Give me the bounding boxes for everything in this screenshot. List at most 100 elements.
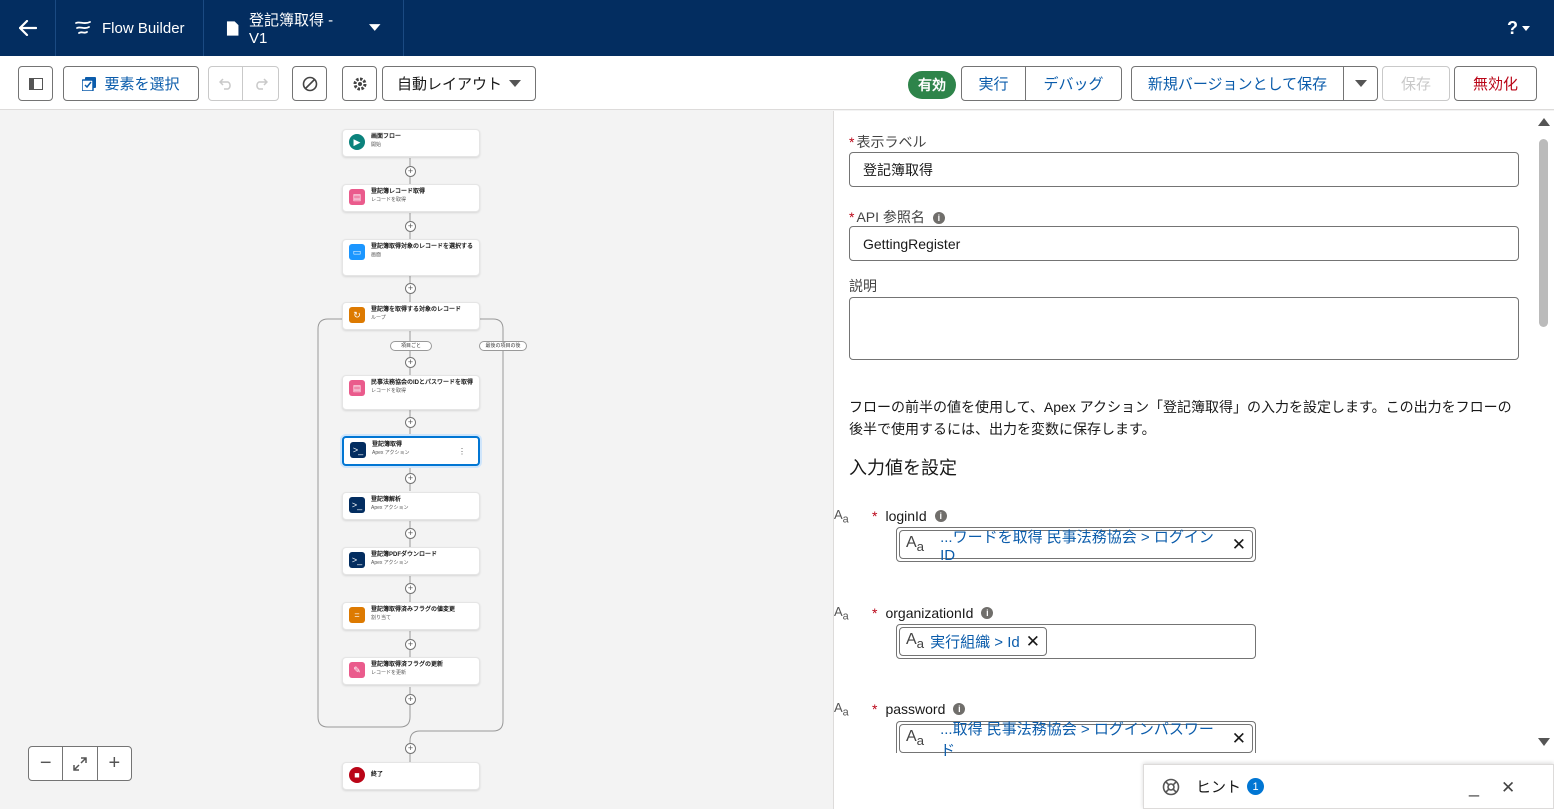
scroll-up-icon (1538, 118, 1550, 126)
node-subtitle: Apex アクション (371, 505, 409, 511)
add-element-button[interactable]: + (405, 166, 416, 177)
info-icon[interactable]: i (953, 703, 966, 715)
add-element-button[interactable]: + (405, 417, 416, 428)
flow-node-loop[interactable]: ↻ 登記簿を取得する対象のレコード ループ (342, 302, 480, 330)
flow-node-screen[interactable]: ▭ 登記簿取得対象のレコードを選択する 画面 (342, 239, 480, 276)
api-name-field-label: * API 参照名 i (849, 207, 945, 227)
toggle-toolbox-button[interactable] (18, 66, 53, 101)
node-title: 登記簿PDFダウンロード (371, 552, 438, 558)
select-elements-button[interactable]: 要素を選択 (63, 66, 199, 101)
flow-name-menu[interactable]: 登記簿取得 - V1 (204, 0, 404, 56)
redo-button[interactable] (242, 66, 279, 101)
node-subtitle: レコードを取得 (371, 388, 407, 394)
ban-icon (302, 76, 317, 91)
add-element-button[interactable]: + (405, 283, 416, 294)
run-button[interactable]: 実行 (961, 66, 1026, 101)
settings-button[interactable] (342, 66, 377, 101)
text-type-icon: Aa (834, 699, 849, 719)
flow-node-assignment[interactable]: = 登記簿取得済みフラグの値変更 割り当て (342, 602, 480, 630)
undo-button[interactable] (208, 66, 243, 101)
help-menu[interactable]: ? (1507, 18, 1530, 39)
fit-to-view-button[interactable] (63, 747, 98, 780)
brand-label: Flow Builder (102, 19, 185, 37)
node-subtitle: レコードを取得 (371, 197, 407, 203)
add-element-button[interactable]: + (405, 639, 416, 650)
param-input-loginid[interactable]: Aa ...ワードを取得 民事法務協会 > ログインID ✕ (896, 527, 1256, 564)
info-icon[interactable]: i (932, 212, 945, 225)
lifebuoy-icon (1162, 778, 1180, 795)
add-element-button[interactable]: + (405, 583, 416, 594)
flow-node-apex-pdf-download[interactable]: >_ 登記簿PDFダウンロード Apex アクション (342, 547, 480, 575)
resource-pill-label: 実行組織 > Id (930, 634, 1020, 651)
add-element-button[interactable]: + (405, 357, 416, 368)
flow-node-update-records[interactable]: ✎ 登記簿取得済フラグの更新 レコードを更新 (342, 657, 480, 685)
clear-button[interactable] (292, 66, 327, 101)
description-field-label: 説明 (849, 278, 877, 294)
scrollbar-thumb[interactable] (1539, 139, 1548, 327)
add-element-button[interactable]: + (405, 221, 416, 232)
get-records-icon: ▤ (349, 380, 365, 396)
text-type-icon: Aa (834, 603, 849, 623)
debug-button[interactable]: デバッグ (1025, 66, 1122, 101)
flow-node-apex-getting-register[interactable]: >_ 登記簿取得 Apex アクション ⋮ (342, 436, 480, 466)
flow-node-apex-parse[interactable]: >_ 登記簿解析 Apex アクション (342, 492, 480, 520)
layout-mode-select[interactable]: 自動レイアウト (382, 66, 536, 101)
hint-dock[interactable]: ヒント 1 _ ✕ (1143, 764, 1554, 809)
help-text: フローの前半の値を使用して、Apex アクション「登記簿取得」の入力を設定します… (849, 399, 1512, 437)
info-icon[interactable]: i (934, 510, 947, 522)
close-icon[interactable]: ✕ (1232, 729, 1246, 749)
node-title: 登記簿取得済みフラグの値変更 (371, 607, 456, 613)
flow-node-get-credentials[interactable]: ▤ 民事法務協会のIDとパスワードを取得 レコードを取得 (342, 375, 480, 410)
description-textarea[interactable] (849, 297, 1519, 360)
flow-node-get-records[interactable]: ▤ 登記簿レコード取得 レコードを取得 (342, 184, 480, 212)
add-element-button[interactable]: + (405, 528, 416, 539)
screen-icon: ▭ (349, 244, 365, 260)
param-label-organizationid: Aa * organizationId i (834, 604, 994, 622)
get-records-icon: ▤ (349, 189, 365, 205)
resource-pill-label: ...取得 民事法務協会 > ログインパスワード (940, 720, 1214, 759)
node-subtitle: 割り当て (371, 615, 392, 621)
deactivate-button[interactable]: 無効化 (1454, 66, 1537, 101)
param-input-organizationid[interactable]: Aa 実行組織 > Id ✕ (896, 624, 1256, 659)
chevron-down-icon (509, 80, 521, 87)
flow-node-start[interactable]: ▶ 画面フロー 開始 (342, 129, 480, 157)
api-name-input[interactable]: GettingRegister (849, 226, 1519, 261)
close-icon[interactable]: ✕ (1232, 535, 1246, 555)
info-icon[interactable]: i (981, 607, 994, 619)
text-type-icon: Aa (906, 728, 925, 749)
save-as-new-version-button[interactable]: 新規バージョンとして保存 (1131, 66, 1344, 101)
node-title: 登記簿解析 (371, 497, 402, 503)
more-actions-icon[interactable]: ⋮ (458, 447, 466, 456)
document-icon (226, 20, 238, 36)
update-records-icon: ✎ (349, 662, 365, 678)
expand-icon (73, 756, 87, 771)
close-icon[interactable]: ✕ (1026, 632, 1040, 652)
undo-icon (218, 77, 231, 90)
minimize-icon[interactable]: _ (1469, 777, 1479, 798)
close-icon[interactable]: ✕ (1501, 778, 1515, 798)
flow-node-end[interactable]: ■ 終了 (342, 762, 480, 790)
save-button[interactable]: 保存 (1382, 66, 1450, 101)
add-element-button[interactable]: + (405, 473, 416, 484)
status-badge: 有効 (908, 71, 956, 99)
hint-label: ヒント (1196, 779, 1242, 796)
resource-pill[interactable]: Aa ...ワードを取得 民事法務協会 > ログインID ✕ (899, 529, 1253, 564)
resource-pill[interactable]: Aa ...取得 民事法務協会 > ログインパスワード ✕ (899, 721, 1253, 759)
label-input[interactable]: 登記簿取得 (849, 152, 1519, 187)
node-subtitle: 開始 (371, 142, 382, 148)
resource-pill[interactable]: Aa 実行組織 > Id ✕ (899, 627, 1047, 656)
apex-icon: >_ (349, 497, 365, 513)
flow-canvas[interactable]: 項目ごと 最後の項目の後 + + + + + + + + + + + ▶ 画面フ… (0, 111, 833, 809)
save-options-menu[interactable] (1343, 66, 1378, 101)
multi-select-icon (82, 76, 97, 91)
zoom-in-button[interactable]: + (98, 747, 131, 780)
zoom-out-button[interactable]: − (29, 747, 64, 780)
add-element-button[interactable]: + (405, 694, 416, 705)
node-title: 登記簿取得対象のレコードを選択する (371, 244, 474, 250)
param-input-password[interactable]: Aa ...取得 民事法務協会 > ログインパスワード ✕ (896, 721, 1256, 759)
panel-scrollbar[interactable] (1535, 111, 1554, 751)
back-button[interactable] (0, 0, 56, 56)
assignment-icon: = (349, 607, 365, 623)
add-element-button[interactable]: + (405, 743, 416, 754)
panel-left-icon (28, 77, 43, 90)
